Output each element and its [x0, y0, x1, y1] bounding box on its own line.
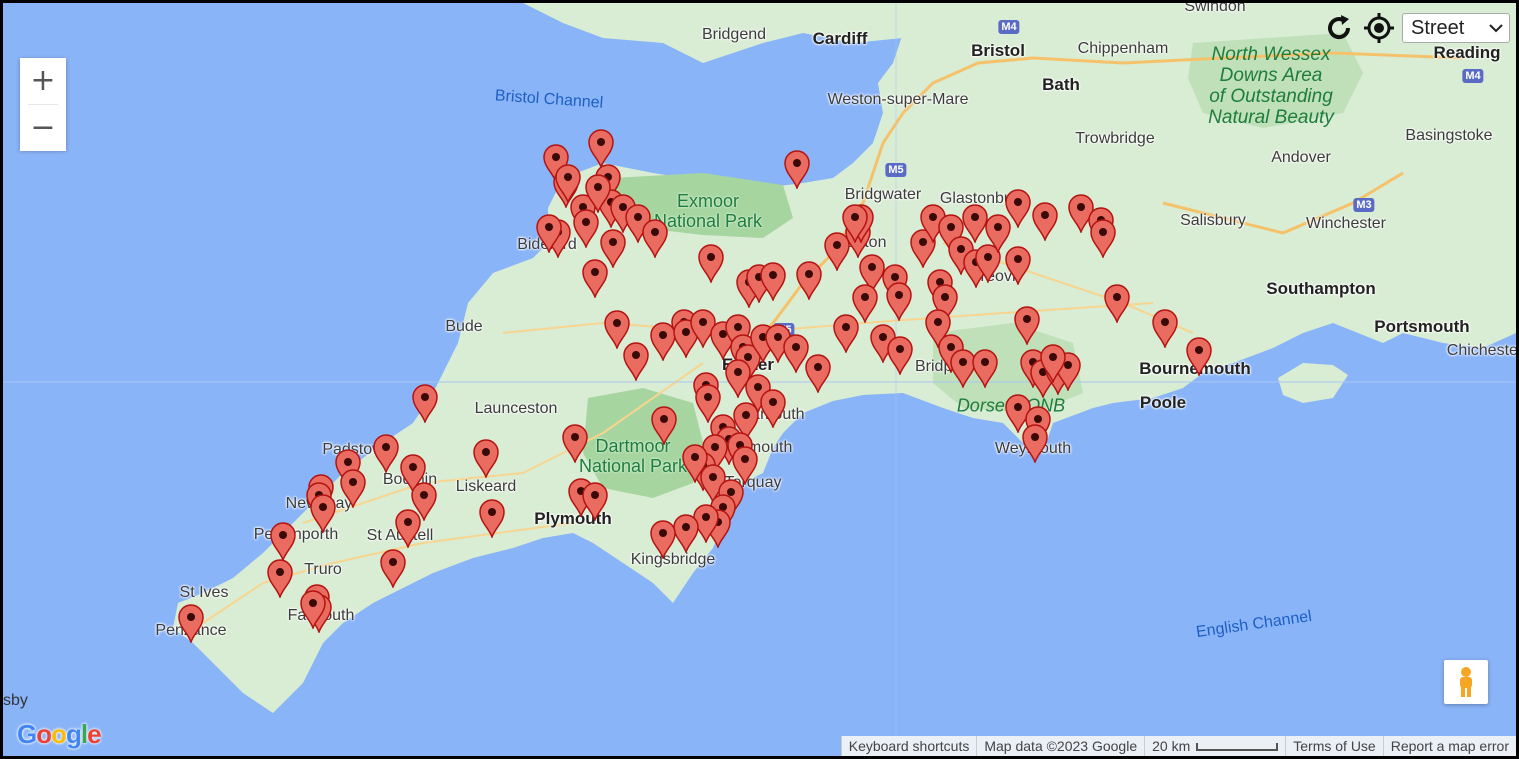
location-marker[interactable] — [1089, 218, 1117, 260]
place-label-bristol: Bristol — [971, 41, 1025, 60]
location-marker[interactable] — [472, 438, 500, 480]
place-label-reading: Reading — [1433, 43, 1501, 62]
location-marker[interactable] — [299, 589, 327, 631]
location-marker[interactable] — [622, 341, 650, 383]
location-marker[interactable] — [1039, 343, 1067, 385]
location-marker[interactable] — [804, 353, 832, 395]
road-shield-m4: M4 — [1462, 69, 1484, 83]
place-label-chippenham: Chippenham — [1077, 40, 1169, 57]
place-label-cardiff: Cardiff — [812, 29, 868, 48]
place-label-trowbridge: Trowbridge — [1075, 130, 1155, 147]
location-marker[interactable] — [1004, 245, 1032, 287]
terms-of-use-link[interactable]: Terms of Use — [1285, 736, 1383, 756]
place-label-portsmouth: Portsmouth — [1374, 317, 1470, 336]
location-marker[interactable] — [649, 519, 677, 561]
location-marker[interactable] — [177, 603, 205, 645]
location-marker[interactable] — [650, 405, 678, 447]
location-marker[interactable] — [971, 348, 999, 390]
place-label-liskeard: Liskeard — [455, 478, 517, 495]
location-marker[interactable] — [1021, 423, 1049, 465]
location-marker[interactable] — [1103, 283, 1131, 325]
road-shield-m5: M5 — [885, 163, 907, 177]
map-type-value: Street — [1411, 16, 1465, 39]
location-marker[interactable] — [411, 383, 439, 425]
place-label-winchester: Winchester — [1305, 215, 1387, 232]
location-marker[interactable] — [561, 423, 589, 465]
location-marker[interactable] — [581, 481, 609, 523]
location-marker[interactable] — [759, 261, 787, 303]
map-footer: Keyboard shortcuts Map data ©2023 Google… — [840, 736, 1516, 756]
place-label-truro: Truro — [304, 561, 342, 578]
place-label-swindon: Swindon — [1184, 3, 1246, 15]
place-label-bridgwater: Bridgwater — [844, 186, 922, 203]
location-marker[interactable] — [372, 433, 400, 475]
location-marker[interactable] — [697, 243, 725, 285]
place-label-bridgend: Bridgend — [701, 26, 767, 43]
place-label-basingstoke: Basingstoke — [1405, 127, 1493, 144]
chevron-down-icon — [1489, 24, 1503, 33]
location-marker[interactable] — [641, 218, 669, 260]
location-marker[interactable] — [795, 260, 823, 302]
report-map-error-link[interactable]: Report a map error — [1382, 736, 1516, 756]
scale-indicator[interactable]: 20 km — [1144, 736, 1286, 756]
scale-label: 20 km — [1152, 738, 1191, 754]
street-view-pegman-button[interactable] — [1444, 660, 1488, 704]
location-marker[interactable] — [841, 203, 869, 245]
location-marker[interactable] — [759, 388, 787, 430]
place-label-launceston: Launceston — [474, 400, 558, 417]
place-label-bath: Bath — [1042, 75, 1080, 94]
location-marker[interactable] — [885, 281, 913, 323]
location-marker[interactable] — [832, 313, 860, 355]
location-marker[interactable] — [478, 498, 506, 540]
location-marker[interactable] — [572, 208, 600, 250]
locate-me-icon[interactable] — [1362, 11, 1396, 45]
location-marker[interactable] — [269, 521, 297, 563]
location-marker[interactable] — [266, 558, 294, 600]
partial-place-label: sby — [3, 692, 28, 709]
map-canvas[interactable]: Swindon Bridgend Cardiff Bristol Chippen… — [3, 3, 1516, 756]
pegman-icon — [1460, 667, 1472, 697]
place-label-southampton: Southampton — [1266, 279, 1376, 298]
place-label-chichester: Chichester — [1446, 342, 1516, 359]
location-marker[interactable] — [339, 468, 367, 510]
location-marker[interactable] — [587, 128, 615, 170]
location-marker[interactable] — [394, 508, 422, 550]
keyboard-shortcuts-link[interactable]: Keyboard shortcuts — [840, 736, 977, 756]
exmoor-national-park-label: Exmoor National Park — [653, 191, 763, 231]
place-label-poole: Poole — [1139, 393, 1187, 412]
location-marker[interactable] — [1004, 188, 1032, 230]
location-marker[interactable] — [886, 335, 914, 377]
north-wessex-aonb-label: North Wessex Downs Area of Outstanding N… — [1208, 44, 1334, 128]
place-label-bude: Bude — [445, 318, 483, 335]
refresh-icon[interactable] — [1322, 11, 1356, 45]
place-label-weston: Weston-super-Mare — [827, 91, 969, 108]
zoom-in-button[interactable]: + — [20, 58, 66, 104]
place-label-stives: St Ives — [179, 584, 229, 601]
zoom-out-button[interactable]: − — [20, 105, 66, 151]
zoom-control: + − — [20, 58, 66, 151]
location-marker[interactable] — [1185, 336, 1213, 378]
road-shield-m4: M4 — [998, 20, 1020, 34]
map-data-attribution: Map data ©2023 Google — [976, 736, 1145, 756]
road-shield-m3: M3 — [1353, 198, 1375, 212]
location-marker[interactable] — [783, 149, 811, 191]
location-marker[interactable] — [535, 213, 563, 255]
place-label-salisbury: Salisbury — [1180, 212, 1246, 229]
place-label-andover: Andover — [1271, 149, 1331, 166]
scale-bar — [1196, 743, 1279, 752]
location-marker[interactable] — [379, 548, 407, 590]
map-type-select[interactable]: Street — [1402, 13, 1510, 43]
google-logo: Google — [17, 719, 102, 749]
location-marker[interactable] — [1013, 305, 1041, 347]
location-marker[interactable] — [1151, 308, 1179, 350]
location-marker[interactable] — [1031, 201, 1059, 243]
location-marker[interactable] — [309, 493, 337, 535]
top-right-controls: Street — [1322, 11, 1510, 45]
location-marker[interactable] — [581, 258, 609, 300]
location-marker[interactable] — [584, 173, 612, 215]
